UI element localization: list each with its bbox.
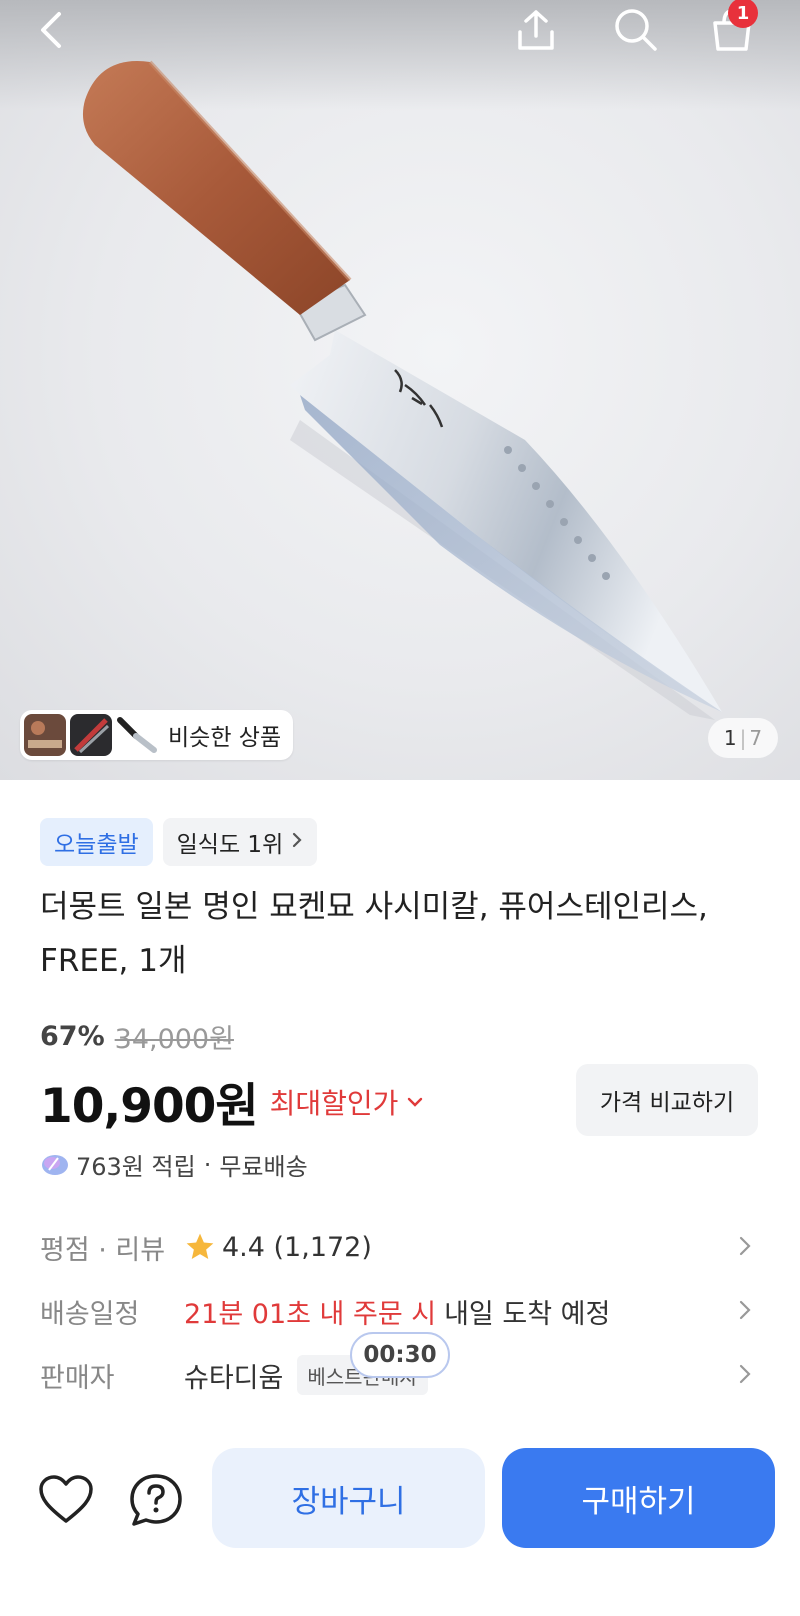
- chevron-right-icon: [739, 1236, 751, 1256]
- chevron-right-icon: [291, 830, 303, 854]
- similar-thumb-1: [24, 714, 66, 756]
- search-icon[interactable]: [610, 4, 662, 56]
- delivery-schedule-row[interactable]: 배송일정 21분 01초 내 주문 시 내일 도착 예정: [40, 1286, 760, 1336]
- chevron-right-icon: [739, 1300, 751, 1320]
- shopping-bag-icon[interactable]: 1: [706, 0, 758, 56]
- rating-review-row[interactable]: 평점 · 리뷰 4.4 (1,172): [40, 1222, 760, 1272]
- bottom-action-bar: 장바구니 구매하기: [0, 1440, 800, 1560]
- countdown-timer-bubble: 00:30: [350, 1332, 450, 1378]
- max-discount-dropdown[interactable]: 최대할인가: [270, 1082, 425, 1122]
- top-navigation: 1: [0, 0, 800, 60]
- share-icon[interactable]: [510, 4, 562, 56]
- heart-icon[interactable]: [36, 1470, 96, 1530]
- price-row: 10,900원 최대할인가: [40, 1067, 424, 1136]
- similar-thumb-3: [116, 714, 158, 756]
- free-shipping: 무료배송: [219, 1153, 308, 1181]
- reward-separator: ·: [203, 1150, 212, 1179]
- product-image[interactable]: 1 비슷한 상품 1 | 7: [0, 0, 800, 780]
- buy-now-button[interactable]: 구매하기: [502, 1448, 775, 1548]
- delivery-key: 배송일정: [40, 1298, 140, 1330]
- delivery-eta: 내일 도착 예정: [444, 1298, 611, 1330]
- category-rank-label: 일식도 1위: [176, 832, 284, 858]
- reward-coin-icon: [42, 1154, 68, 1175]
- seller-name: 슈타디움: [184, 1362, 284, 1394]
- discount-rate: 67%: [40, 1021, 105, 1052]
- seller-key: 판매자: [40, 1362, 115, 1394]
- add-to-cart-button[interactable]: 장바구니: [212, 1448, 485, 1548]
- image-counter: 1 | 7: [708, 718, 778, 758]
- original-price: 34,000원: [114, 1024, 234, 1055]
- star-icon: [186, 1233, 214, 1259]
- knife-image: [82, 60, 722, 720]
- similar-products-button[interactable]: 비슷한 상품: [20, 710, 294, 760]
- today-shipping-tag: 오늘출발: [40, 818, 153, 866]
- chevron-right-icon: [739, 1364, 751, 1384]
- question-icon[interactable]: [126, 1470, 186, 1530]
- similar-thumb-2: [70, 714, 112, 756]
- reward-row: 763원 적립 · 무료배송: [40, 1147, 308, 1182]
- product-tags: 오늘출발 일식도 1위: [40, 818, 318, 866]
- product-title: 더몽트 일본 명인 묘켄묘 사시미칼, 퓨어스테인리스, FREE, 1개: [40, 889, 708, 979]
- image-counter-separator: |: [739, 726, 747, 750]
- compare-price-button[interactable]: 가격 비교하기: [576, 1064, 758, 1136]
- image-current: 1: [723, 726, 737, 750]
- delivery-countdown: 21분 01초 내 주문 시: [184, 1298, 437, 1330]
- rating-value: 4.4 (1,172): [222, 1231, 372, 1263]
- back-arrow-icon[interactable]: [24, 4, 76, 56]
- rating-review-key: 평점 · 리뷰: [40, 1234, 166, 1266]
- image-total: 7: [749, 726, 763, 750]
- sale-price: 10,900원: [40, 1079, 259, 1134]
- chevron-down-icon: [408, 1097, 423, 1107]
- reward-points: 763원 적립: [76, 1153, 196, 1181]
- max-discount-label: 최대할인가: [269, 1086, 399, 1120]
- discount-row: 67% 34,000원: [40, 1017, 234, 1056]
- category-rank-tag[interactable]: 일식도 1위: [162, 818, 318, 866]
- similar-products-label: 비슷한 상품: [168, 725, 282, 751]
